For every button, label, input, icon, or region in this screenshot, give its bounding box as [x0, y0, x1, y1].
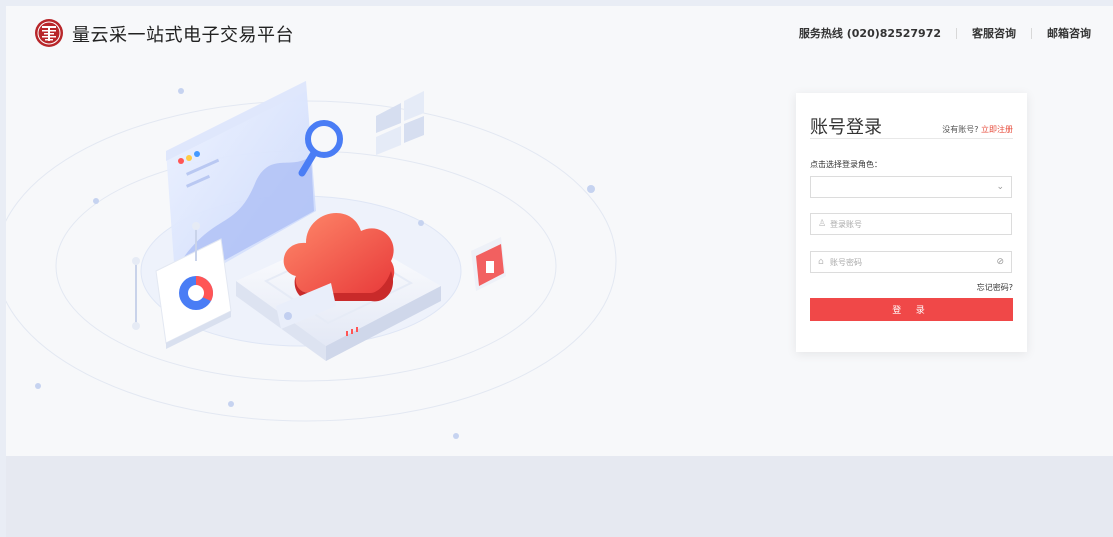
login-page: 量云采一站式电子交易平台 服务热线 (020)82527972 客服咨询 邮箱咨… — [6, 6, 1113, 456]
nav-divider — [1031, 27, 1032, 39]
user-icon: ♙ — [818, 218, 827, 229]
email-link[interactable]: 邮箱咨询 — [1047, 25, 1091, 41]
nav-divider — [956, 27, 957, 39]
brand-logo-icon — [35, 19, 63, 47]
role-select[interactable]: ⌄ — [810, 176, 1012, 198]
title-divider — [810, 138, 1013, 139]
hotline-text: 服务热线 (020)82527972 — [798, 27, 941, 40]
account-placeholder: 登录账号 — [830, 219, 862, 229]
login-card: 账号登录 没有账号? 立即注册 点击选择登录角色： ⌄ ♙ 登录账号 ⌂ 账号密… — [796, 93, 1027, 352]
password-placeholder: 账号密码 — [830, 257, 862, 267]
forgot-password-link[interactable]: 忘记密码? — [977, 282, 1013, 293]
login-button[interactable]: 登 录 — [810, 298, 1013, 321]
register-link[interactable]: 立即注册 — [981, 125, 1013, 134]
no-account-text: 没有账号? — [942, 125, 979, 134]
footer-band — [6, 456, 1113, 537]
brand-title: 量云采一站式电子交易平台 — [72, 25, 294, 46]
password-input[interactable]: ⌂ 账号密码 ⊘ — [810, 251, 1012, 273]
login-title: 账号登录 — [810, 117, 882, 138]
top-bar: 量云采一站式电子交易平台 服务热线 (020)82527972 客服咨询 邮箱咨… — [6, 6, 1113, 58]
service-link[interactable]: 客服咨询 — [972, 25, 1016, 41]
hero-illustration — [6, 81, 617, 439]
top-nav: 服务热线 (020)82527972 客服咨询 邮箱咨询 — [799, 25, 1091, 41]
register-prompt: 没有账号? 立即注册 — [942, 124, 1013, 135]
eye-off-icon[interactable]: ⊘ — [996, 257, 1004, 267]
lock-icon: ⌂ — [818, 256, 824, 267]
account-input[interactable]: ♙ 登录账号 — [810, 213, 1012, 235]
role-label: 点击选择登录角色： — [810, 160, 882, 169]
chevron-down-icon: ⌄ — [996, 182, 1004, 192]
